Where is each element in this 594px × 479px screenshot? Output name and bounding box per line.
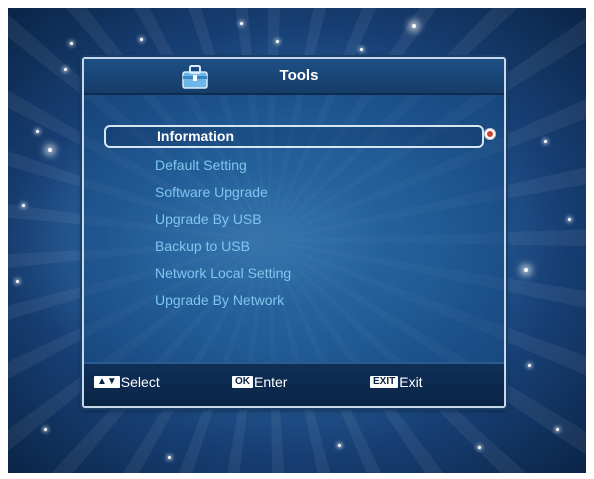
menu-item-information[interactable]: Information	[104, 125, 496, 148]
star	[478, 446, 481, 449]
star	[36, 130, 39, 133]
star	[70, 42, 73, 45]
menu-item-label: Software Upgrade	[155, 184, 268, 200]
star	[412, 24, 416, 28]
radio-dot-icon	[484, 128, 496, 140]
star	[556, 428, 559, 431]
star	[544, 140, 547, 143]
exit-hint-label: Exit	[399, 374, 423, 390]
exit-hint: EXIT Exit	[370, 374, 423, 390]
star	[338, 444, 341, 447]
star	[16, 280, 19, 283]
title-bar: Tools	[84, 59, 504, 95]
select-hint: ▲▼ Select	[94, 374, 160, 390]
menu-item-label: Backup to USB	[155, 238, 250, 254]
star	[276, 40, 279, 43]
select-hint-label: Select	[120, 374, 160, 390]
star	[64, 68, 67, 71]
enter-hint: OK Enter	[232, 374, 287, 390]
menu-item-default-setting[interactable]: Default Setting	[104, 152, 484, 179]
enter-hint-label: Enter	[254, 374, 288, 390]
menu-item-network-local-setting[interactable]: Network Local Setting	[104, 260, 484, 287]
star	[140, 38, 143, 41]
menu-item-upgrade-by-usb[interactable]: Upgrade By USB	[104, 206, 484, 233]
tools-dialog: Tools Information Default Setting Softwa…	[82, 57, 506, 408]
star	[360, 48, 363, 51]
star	[44, 428, 47, 431]
exit-key-icon: EXIT	[370, 376, 399, 388]
key-hints-bar: ▲▼ Select OK Enter EXIT Exit	[84, 362, 504, 406]
menu-item-label: Default Setting	[155, 157, 247, 173]
menu-item-software-upgrade[interactable]: Software Upgrade	[104, 179, 484, 206]
star	[568, 218, 571, 221]
ok-key-icon: OK	[232, 376, 253, 388]
star	[48, 148, 52, 152]
menu-item-upgrade-by-network[interactable]: Upgrade By Network	[104, 287, 484, 314]
star	[22, 204, 25, 207]
menu-item-label: Network Local Setting	[155, 265, 292, 281]
up-down-arrows-icon: ▲▼	[94, 376, 120, 388]
star	[528, 364, 531, 367]
menu-item-label: Information	[157, 128, 234, 144]
menu-item-label: Upgrade By USB	[155, 211, 262, 227]
tools-menu: Information Default Setting Software Upg…	[104, 123, 496, 314]
star	[524, 268, 528, 272]
star	[168, 456, 171, 459]
menu-item-backup-to-usb[interactable]: Backup to USB	[104, 233, 484, 260]
dialog-title: Tools	[279, 67, 319, 84]
star	[240, 22, 243, 25]
menu-item-label: Upgrade By Network	[155, 292, 285, 308]
